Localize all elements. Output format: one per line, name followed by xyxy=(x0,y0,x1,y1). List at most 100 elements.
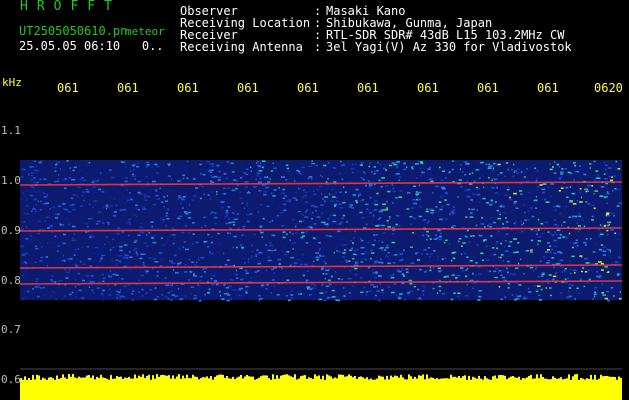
noise-speck xyxy=(578,223,581,225)
noise-speck xyxy=(300,263,303,265)
noise-floor-spike xyxy=(190,378,192,382)
noise-speck xyxy=(329,235,332,238)
noise-speck xyxy=(613,214,616,217)
noise-speck xyxy=(277,206,282,208)
noise-speck xyxy=(555,263,560,265)
noise-floor-spike xyxy=(390,375,392,382)
noise-speck xyxy=(331,188,334,191)
noise-speck xyxy=(300,260,303,262)
noise-speck xyxy=(430,174,433,177)
file-name: UT2505050610.pn xyxy=(19,24,128,38)
meteor-label: meteor xyxy=(125,25,165,38)
noise-speck xyxy=(502,223,504,225)
noise-speck xyxy=(54,180,57,183)
noise-speck xyxy=(579,188,582,190)
noise-speck xyxy=(163,243,165,246)
noise-speck xyxy=(506,260,510,263)
noise-speck xyxy=(450,211,455,213)
noise-speck xyxy=(106,207,108,210)
noise-speck xyxy=(320,212,323,214)
noise-speck xyxy=(30,162,33,164)
noise-speck xyxy=(380,258,382,260)
noise-speck xyxy=(468,241,470,243)
noise-floor-spike xyxy=(252,376,254,382)
noise-speck xyxy=(509,251,513,254)
noise-speck xyxy=(81,182,85,185)
noise-speck xyxy=(71,239,74,242)
noise-speck xyxy=(452,160,454,162)
noise-floor-spike xyxy=(154,378,156,382)
noise-speck xyxy=(465,263,470,265)
noise-speck xyxy=(521,223,523,226)
noise-speck xyxy=(517,206,522,209)
noise-speck xyxy=(230,297,232,300)
noise-floor-spike xyxy=(332,378,334,382)
noise-speck xyxy=(455,208,457,210)
noise-speck xyxy=(60,168,61,170)
noise-speck xyxy=(75,296,78,298)
noise-speck xyxy=(21,226,23,228)
noise-speck xyxy=(605,168,607,171)
noise-speck xyxy=(606,248,609,251)
noise-floor-spike xyxy=(592,379,594,382)
noise-speck xyxy=(382,232,386,234)
noise-floor-spike xyxy=(180,378,182,382)
noise-speck xyxy=(578,292,581,295)
noise-speck xyxy=(604,178,608,180)
noise-speck xyxy=(199,197,202,200)
noise-speck xyxy=(386,219,389,222)
noise-speck xyxy=(210,211,214,214)
noise-speck xyxy=(488,203,493,206)
noise-speck xyxy=(550,251,552,254)
noise-floor-spike xyxy=(164,375,166,382)
noise-speck xyxy=(540,288,543,291)
noise-speck xyxy=(501,211,504,214)
noise-speck xyxy=(256,270,260,272)
noise-speck xyxy=(98,254,100,257)
noise-floor xyxy=(20,382,622,400)
noise-speck xyxy=(511,168,513,171)
noise-speck xyxy=(145,175,148,178)
noise-speck xyxy=(236,277,239,279)
noise-speck xyxy=(207,233,210,236)
noise-floor-spike xyxy=(314,374,316,382)
noise-speck xyxy=(430,212,434,214)
noise-speck xyxy=(374,277,377,279)
noise-speck xyxy=(168,191,172,193)
noise-speck xyxy=(56,237,60,239)
noise-speck xyxy=(344,298,349,300)
noise-speck xyxy=(277,296,281,299)
noise-speck xyxy=(427,235,430,237)
noise-speck xyxy=(34,170,39,172)
noise-speck xyxy=(235,187,238,190)
noise-speck xyxy=(188,196,192,199)
noise-speck xyxy=(274,249,277,251)
noise-speck xyxy=(441,292,445,295)
noise-speck xyxy=(225,214,228,216)
noise-floor-spike xyxy=(544,378,546,382)
noise-speck xyxy=(450,262,453,264)
noise-speck xyxy=(475,262,478,264)
noise-speck xyxy=(372,218,375,220)
noise-speck xyxy=(211,283,215,286)
noise-speck xyxy=(175,284,179,286)
noise-speck xyxy=(610,229,615,231)
noise-speck xyxy=(85,191,90,193)
noise-speck xyxy=(533,284,538,287)
noise-speck xyxy=(225,177,229,179)
noise-speck xyxy=(143,242,147,244)
noise-speck xyxy=(122,285,127,288)
antenna-value: 3el Yagi(V) Az 330 for Vladivostok xyxy=(326,40,572,54)
noise-speck xyxy=(199,163,203,166)
noise-speck xyxy=(547,260,551,262)
noise-floor-spike xyxy=(454,376,456,382)
noise-speck xyxy=(141,206,145,208)
noise-speck xyxy=(441,170,446,172)
noise-speck xyxy=(417,198,421,201)
noise-speck xyxy=(131,175,136,177)
noise-speck xyxy=(106,241,109,243)
noise-speck xyxy=(273,189,277,191)
noise-speck xyxy=(85,163,89,166)
noise-speck xyxy=(93,200,97,202)
noise-floor-spike xyxy=(116,376,118,382)
